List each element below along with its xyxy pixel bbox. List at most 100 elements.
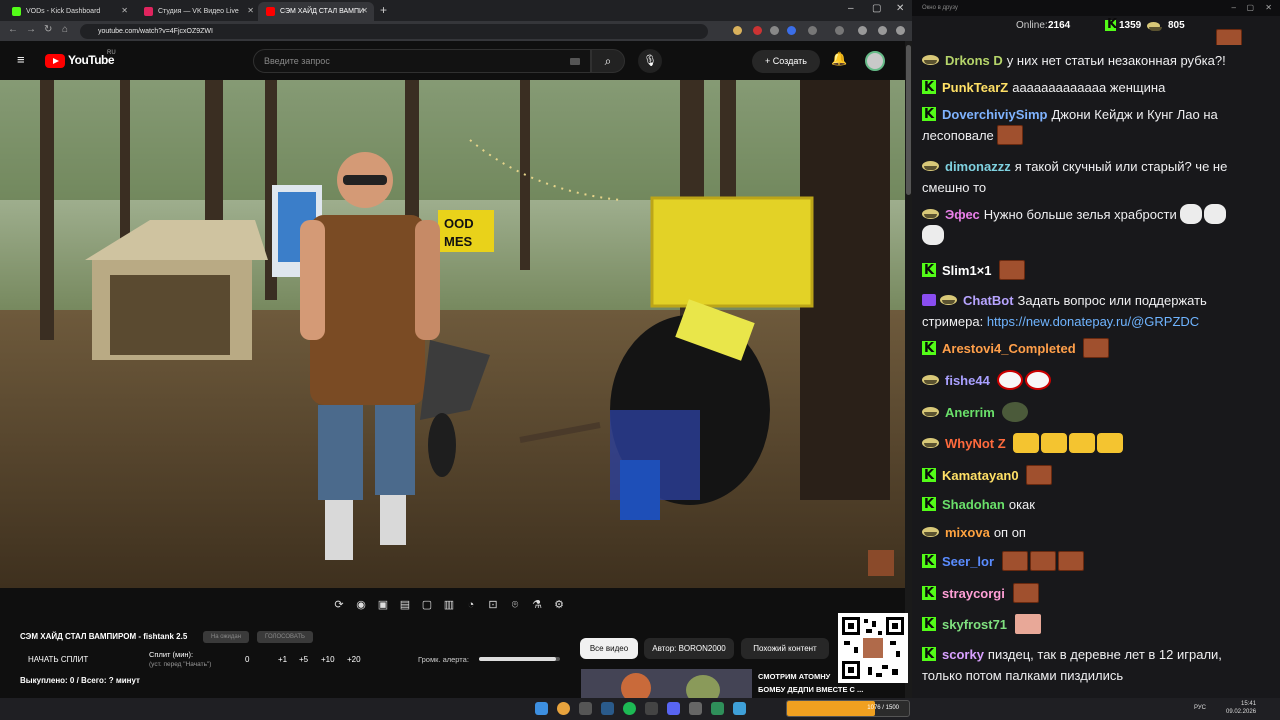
chat-nick[interactable]: fishe44	[945, 373, 990, 388]
chat-nick[interactable]: straycorgi	[942, 586, 1005, 601]
chat-nick[interactable]: ChatBot	[963, 293, 1014, 308]
camera-icon[interactable]: ⌾	[508, 598, 522, 612]
close-tab-icon[interactable]: ✕	[247, 6, 254, 15]
forward-icon[interactable]: →	[26, 24, 36, 35]
puzzle-icon[interactable]	[808, 26, 817, 35]
close-window-icon[interactable]: ✕	[896, 3, 904, 14]
emote	[1180, 204, 1203, 224]
start-menu-icon[interactable]	[535, 702, 548, 715]
chrome-icon[interactable]	[557, 702, 570, 715]
chat-nick[interactable]: Эфес	[945, 207, 980, 222]
tab-youtube[interactable]: СЭМ ХАЙД СТАЛ ВАМПИ ✕	[258, 2, 374, 21]
system-clock[interactable]: 15:41 09.02.2026	[1226, 700, 1256, 716]
new-tab-icon[interactable]: +	[380, 3, 387, 17]
chat-nick[interactable]: dimonazzz	[945, 159, 1011, 174]
close-tab-icon[interactable]: ✕	[121, 6, 128, 15]
related-video-title-cont[interactable]: БОМБУ ДЕДПИ ВМЕСТЕ С ...	[758, 685, 863, 694]
audio-icon[interactable]: ◉	[354, 598, 368, 612]
spotify-icon[interactable]	[623, 702, 636, 715]
alert-volume-slider[interactable]	[479, 657, 560, 661]
settings-icon[interactable]	[878, 26, 887, 35]
thumbnail-figure	[686, 675, 720, 698]
back-icon[interactable]: ←	[8, 24, 18, 35]
miniplayer-icon[interactable]: ▣	[376, 598, 390, 612]
minimize-icon[interactable]: –	[1232, 0, 1236, 16]
search-button[interactable]: ⌕	[591, 49, 625, 73]
tab-kick-vods[interactable]: VODs - Kick Dashboard ✕	[4, 2, 134, 21]
chat-nick[interactable]: Seer_lor	[942, 554, 994, 569]
split-add-1[interactable]: +1	[278, 655, 287, 664]
split-add-20[interactable]: +20	[347, 655, 361, 664]
create-button[interactable]: + Создать	[752, 50, 820, 73]
profile-icon[interactable]	[858, 26, 867, 35]
frame-icon[interactable]: ▢	[420, 598, 434, 612]
loop-icon[interactable]: ⟳	[332, 598, 346, 612]
related-video-thumbnail[interactable]	[581, 669, 752, 698]
app-icon[interactable]	[579, 702, 592, 715]
chip-all-videos[interactable]: Все видео	[580, 638, 638, 659]
speed-icon[interactable]: ◔	[464, 598, 478, 612]
chat-nick[interactable]: Arestovi4_Completed	[942, 341, 1076, 356]
steam-icon[interactable]	[601, 702, 614, 715]
extension-icon[interactable]	[787, 26, 796, 35]
split-value-0[interactable]: 0	[245, 655, 249, 664]
film-icon[interactable]: ▤	[398, 598, 412, 612]
notifications-bell-icon[interactable]: 🔔	[831, 51, 847, 67]
voice-search-button[interactable]: 🎙	[638, 49, 662, 73]
maximize-icon[interactable]: ▢	[872, 3, 881, 14]
menu-icon[interactable]	[896, 26, 905, 35]
close-tab-icon[interactable]: ✕	[361, 6, 368, 15]
telegram-icon[interactable]	[733, 702, 746, 715]
flask-icon[interactable]: ⚗	[530, 598, 544, 612]
keyboard-icon[interactable]	[570, 58, 580, 65]
donate-link[interactable]: https://new.donatepay.ru/@GRPZDC	[987, 314, 1199, 329]
scrollbar-thumb[interactable]	[906, 45, 911, 195]
chat-nick[interactable]: PunkTearZ	[942, 80, 1008, 95]
discord-icon[interactable]	[667, 702, 680, 715]
maximize-icon[interactable]: ▢	[1246, 0, 1254, 16]
chart-icon[interactable]: ⊡	[486, 598, 500, 612]
chat-nick[interactable]: Shadohan	[942, 497, 1005, 512]
chat-nick[interactable]: DoverchiviySimp	[942, 107, 1048, 122]
minimize-icon[interactable]: –	[848, 3, 854, 14]
close-window-icon[interactable]: ✕	[1265, 0, 1272, 16]
vote-button[interactable]: ГОЛОСОВАТЬ	[257, 631, 313, 643]
app-icon[interactable]	[689, 702, 702, 715]
home-icon[interactable]: ⌂	[62, 24, 68, 35]
extension-icon[interactable]	[733, 26, 742, 35]
subtitles-icon[interactable]: ▥	[442, 598, 456, 612]
chat-nick[interactable]: scorky	[942, 647, 984, 662]
youtube-logo-icon[interactable]	[45, 54, 65, 68]
extension-icon[interactable]	[770, 26, 779, 35]
split-add-10[interactable]: +10	[321, 655, 335, 664]
related-video-title[interactable]: СМОТРИМ АТОМНУ	[758, 672, 830, 681]
chat-nick[interactable]: Slim1×1	[942, 263, 992, 278]
video-player[interactable]: OOD MES	[0, 80, 905, 588]
extension-icon[interactable]	[753, 26, 762, 35]
download-icon[interactable]	[835, 26, 844, 35]
gear-icon[interactable]: ⚙	[552, 598, 566, 612]
avatar[interactable]	[865, 51, 885, 71]
language-indicator[interactable]: РУС	[1194, 705, 1206, 711]
app-icon[interactable]	[645, 702, 658, 715]
menu-icon[interactable]: ≡	[17, 53, 25, 66]
url-field[interactable]: youtube.com/watch?v=4FjcxOZ9ZWI	[80, 24, 708, 39]
chat-text: оп оп	[993, 525, 1026, 540]
chat-nick[interactable]: Drkons D	[945, 53, 1003, 68]
chip-author[interactable]: Автор: BORON2000	[644, 638, 734, 659]
chat-nick[interactable]: skyfrost71	[942, 617, 1007, 632]
chat-nick[interactable]: Kamatayan0	[942, 468, 1019, 483]
chip-related[interactable]: Похожий контент	[741, 638, 829, 659]
svg-text:MES: MES	[444, 234, 473, 249]
split-add-5[interactable]: +5	[299, 655, 308, 664]
chat-nick[interactable]: Anerrim	[945, 405, 995, 420]
wait-button[interactable]: На ожидан	[203, 631, 249, 643]
app-icon[interactable]	[711, 702, 724, 715]
reload-icon[interactable]: ↻	[44, 24, 52, 35]
start-split-button[interactable]: НАЧАТЬ СПЛИТ	[28, 655, 88, 664]
search-input[interactable]: Введите запрос	[253, 49, 591, 73]
chat-nick[interactable]: WhyNot Z	[945, 436, 1006, 451]
vk-badge-icon	[922, 527, 939, 537]
chat-nick[interactable]: mixova	[945, 525, 990, 540]
tab-vk-studio[interactable]: Студия — VK Видео Live ✕	[136, 2, 260, 21]
